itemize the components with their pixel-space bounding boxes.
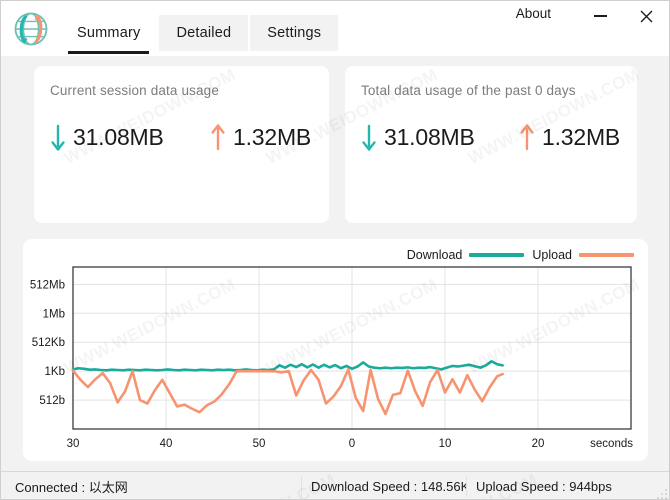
download-stat: 31.08MB (50, 124, 210, 151)
y-axis-tick-label: 512b (39, 395, 65, 407)
globe-sync-icon (10, 8, 52, 50)
close-button[interactable] (623, 1, 669, 31)
x-axis-tick-label: 40 (160, 438, 173, 450)
tab-bar: Summary Detailed Settings (60, 15, 339, 54)
upload-stat: 1.32MB (519, 124, 620, 151)
x-axis-label: seconds (590, 438, 633, 450)
resize-grip-icon[interactable] (656, 488, 668, 500)
card-stats: 31.08MB 1.32MB (50, 124, 311, 151)
y-axis-tick-label: 512Kb (32, 337, 65, 349)
x-axis-tick-label: 20 (532, 438, 545, 450)
upload-value: 1.32MB (542, 124, 621, 150)
status-bar: Connected : 以太网 Download Speed : 148.56K… (1, 471, 669, 500)
status-connection: Connected : 以太网 (15, 480, 128, 495)
upload-stat: 1.32MB (210, 124, 311, 151)
y-axis-tick-label: 512Mb (30, 279, 65, 291)
minimize-icon (593, 15, 607, 17)
arrow-down-icon (51, 124, 65, 151)
arrow-up-icon (211, 124, 225, 151)
download-stat: 31.08MB (361, 124, 519, 151)
x-axis-tick-label: 50 (253, 438, 266, 450)
card-stats: 31.08MB 1.32MB (361, 124, 620, 151)
title-bar: Summary Detailed Settings About (1, 1, 669, 56)
tab-detailed[interactable]: Detailed (159, 15, 249, 51)
status-download-speed: Download Speed : 148.56Kbps (311, 479, 467, 494)
x-axis-tick-label: 0 (349, 438, 355, 450)
upload-value: 1.32MB (233, 124, 312, 150)
current-session-card: Current session data usage 31.08MB 1.32M… (34, 66, 329, 223)
download-value: 31.08MB (73, 124, 164, 150)
traffic-line-chart: 512Mb 1Mb 512Kb 1Kb 512b 30 40 50 0 10 20 seconds (30, 266, 633, 450)
x-axis-tick-label: 10 (439, 438, 452, 450)
chart-series-upload (71, 368, 504, 416)
about-link[interactable]: About (516, 6, 551, 21)
minimize-button[interactable] (577, 1, 623, 31)
download-value: 31.08MB (384, 124, 475, 150)
arrow-down-icon (362, 124, 376, 151)
arrow-up-icon (520, 124, 534, 151)
app-window: Summary Detailed Settings About Current … (0, 0, 670, 500)
tab-summary[interactable]: Summary (60, 15, 158, 54)
tab-settings[interactable]: Settings (250, 15, 339, 51)
card-title: Current session data usage (50, 83, 219, 98)
y-axis-tick-label: 1Kb (45, 366, 65, 378)
y-axis-tick-label: 1Mb (43, 308, 65, 320)
status-upload-speed: Upload Speed : 944bps (476, 479, 612, 494)
close-icon (640, 10, 652, 22)
total-usage-card: Total data usage of the past 0 days 31.0… (345, 66, 637, 223)
content-area: Current session data usage 31.08MB 1.32M… (1, 56, 669, 471)
x-axis-tick-label: 30 (67, 438, 80, 450)
card-title: Total data usage of the past 0 days (361, 83, 576, 98)
traffic-chart-panel: Download Upload 512Mb 1Mb 512Kb 1Kb 512b 30 40… (23, 239, 648, 461)
